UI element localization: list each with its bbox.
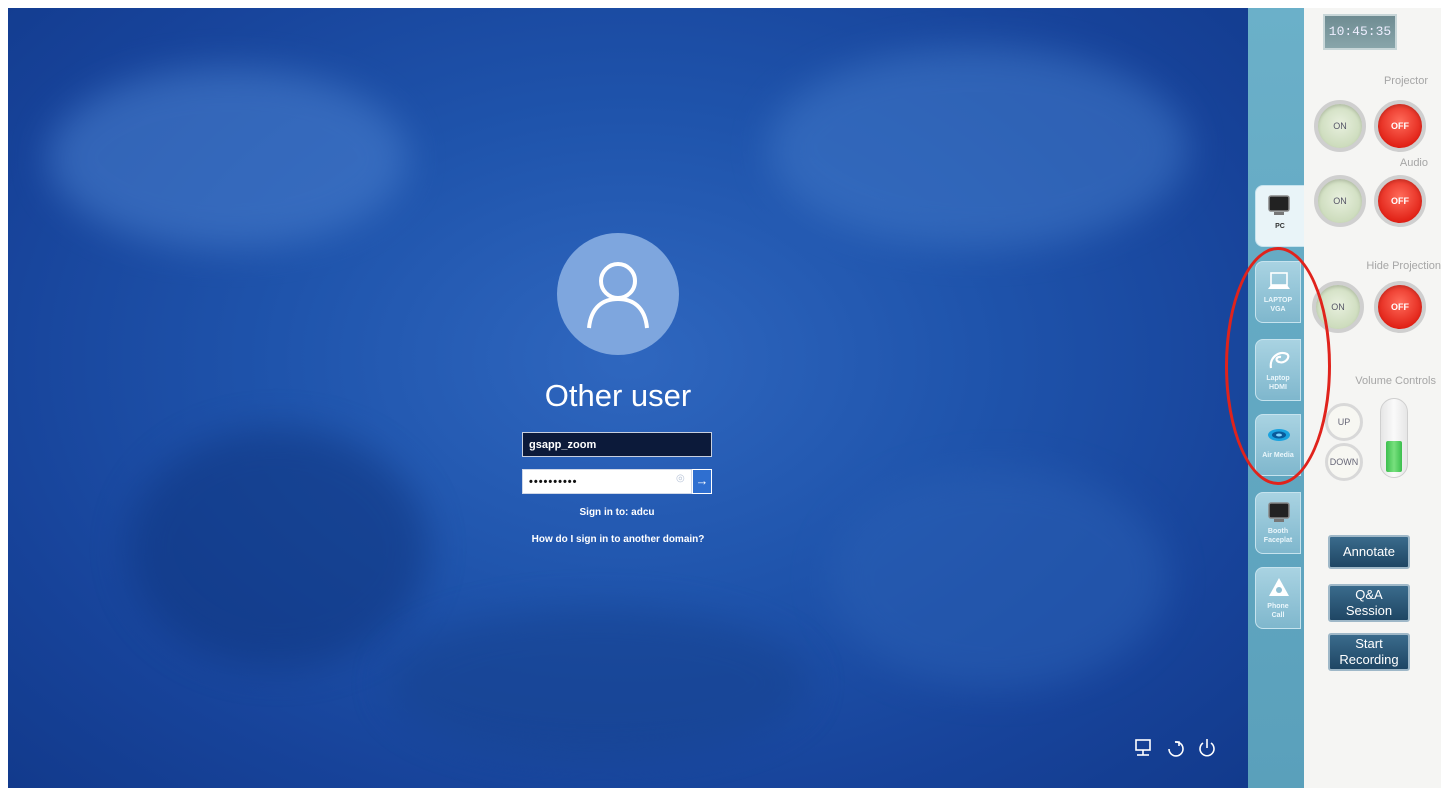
reveal-password-icon[interactable]: ◎ <box>676 473 685 484</box>
qa-label-line1: Q&A <box>1355 587 1383 602</box>
volume-up-button[interactable]: UP <box>1325 403 1363 441</box>
start-recording-button[interactable]: Start Recording <box>1328 633 1410 671</box>
password-input[interactable] <box>522 469 692 494</box>
audio-label: Audio <box>1399 157 1428 169</box>
accessibility-icon[interactable] <box>1165 737 1185 759</box>
monitor-icon <box>1267 194 1291 218</box>
red-circle-annotation <box>1225 247 1331 485</box>
volume-controls-label: Volume Controls <box>1355 375 1436 387</box>
qa-label-line2: Session <box>1345 603 1393 618</box>
record-label-line1: Start <box>1355 636 1383 651</box>
user-icon <box>587 262 649 329</box>
phone-icon <box>1267 576 1291 600</box>
username-input[interactable] <box>522 432 712 457</box>
annotate-button-label: Annotate <box>1342 544 1396 559</box>
projector-on-button[interactable]: ON <box>1314 100 1366 152</box>
source-tab-pc[interactable]: PC <box>1255 185 1305 247</box>
user-avatar <box>557 233 679 355</box>
source-tab-label: PC <box>1275 223 1285 230</box>
source-tab-label: Phone <box>1267 603 1289 610</box>
another-domain-link[interactable]: How do I sign in to another domain? <box>500 534 736 545</box>
audio-off-button[interactable]: OFF <box>1374 175 1426 227</box>
source-tab-label: Booth <box>1267 528 1289 535</box>
qa-session-button[interactable]: Q&A Session <box>1328 584 1410 622</box>
sign-in-domain-text: Sign in to: adcu <box>579 507 655 518</box>
hide-projection-label: Hide Projection <box>1366 260 1441 272</box>
lockscreen-system-icons <box>1133 737 1217 759</box>
submit-arrow-button[interactable]: → <box>692 469 712 494</box>
user-display-name: Other user <box>544 378 692 413</box>
hide-projection-off-button[interactable]: OFF <box>1374 281 1426 333</box>
network-icon[interactable] <box>1133 737 1153 759</box>
record-label-line2: Recording <box>1339 652 1399 667</box>
monitor-icon <box>1267 501 1291 525</box>
projector-label: Projector <box>1383 75 1428 87</box>
volume-down-button[interactable]: DOWN <box>1325 443 1363 481</box>
audio-on-button[interactable]: ON <box>1314 175 1366 227</box>
annotate-button[interactable]: Annotate <box>1328 535 1410 569</box>
volume-meter-fill <box>1386 441 1402 472</box>
source-tab-label: Call <box>1271 612 1285 619</box>
power-icon[interactable] <box>1197 737 1217 759</box>
source-tab-label: Faceplat <box>1263 537 1293 544</box>
source-tab-booth-faceplate[interactable]: Booth Faceplat <box>1255 492 1301 554</box>
projector-off-button[interactable]: OFF <box>1374 100 1426 152</box>
clock-display: 10:45:35 <box>1323 14 1397 50</box>
source-tab-phone-call[interactable]: Phone Call <box>1255 567 1301 629</box>
